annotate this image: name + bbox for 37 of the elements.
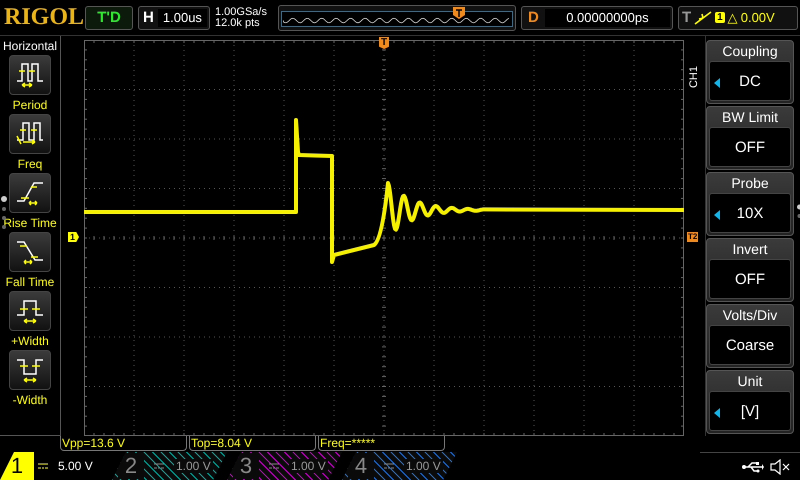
- menu-title: Horizontal: [2, 39, 58, 53]
- delay-value: 0.00000000ps: [544, 8, 670, 26]
- timebase-value: 1.00us: [158, 8, 207, 26]
- measurement-readout: Vpp=13.6 V: [60, 436, 187, 451]
- delay-field[interactable]: D 0.00000000ps: [521, 6, 673, 30]
- option-value: DC: [739, 72, 761, 90]
- memory-depth: 12.0k pts: [215, 18, 261, 28]
- option-value: OFF: [735, 138, 765, 156]
- menu-option-button[interactable]: Volts/Div Coarse: [706, 304, 794, 368]
- option-value: 10X: [736, 204, 764, 222]
- channel-label: CH1: [688, 66, 700, 88]
- run-status[interactable]: T'D: [85, 6, 133, 30]
- trigger-level: 0.00V: [740, 10, 775, 25]
- trigger-label: T: [682, 9, 692, 26]
- option-value: Coarse: [726, 336, 774, 354]
- sample-rate: 1.00GSa/s: [215, 6, 268, 18]
- trigger-field[interactable]: T 1 △ 0.00V: [678, 6, 798, 30]
- measurement-readout: Freq=*****: [318, 436, 445, 451]
- channel-tab[interactable]: 2 1.00 V: [112, 452, 227, 480]
- channel-marker[interactable]: 1: [68, 232, 80, 242]
- menu-option-button[interactable]: Invert OFF: [706, 238, 794, 302]
- channel-tab[interactable]: 3 1.00 V: [227, 452, 342, 480]
- menu-option-button[interactable]: Unit [V]: [706, 370, 794, 434]
- trigger-position-marker[interactable]: T: [379, 37, 390, 49]
- trigger-source: 1: [715, 12, 725, 23]
- measurement-readout: Top=8.04 V: [189, 436, 316, 451]
- option-value: [V]: [740, 402, 760, 420]
- menu-option-button[interactable]: BW Limit OFF: [706, 106, 794, 170]
- trigger-level-mark: △: [728, 10, 738, 25]
- delay-label: D: [527, 9, 540, 26]
- menu-option-button[interactable]: Probe 10X: [706, 172, 794, 236]
- trigger-level-marker[interactable]: T2: [687, 232, 698, 242]
- menu-option-button[interactable]: Coupling DC: [706, 40, 794, 104]
- timebase-field[interactable]: H 1.00us: [138, 6, 210, 30]
- channel-tab[interactable]: 4 1.00 V: [342, 452, 457, 480]
- option-value: OFF: [735, 270, 765, 288]
- horizontal-label: H: [142, 9, 155, 26]
